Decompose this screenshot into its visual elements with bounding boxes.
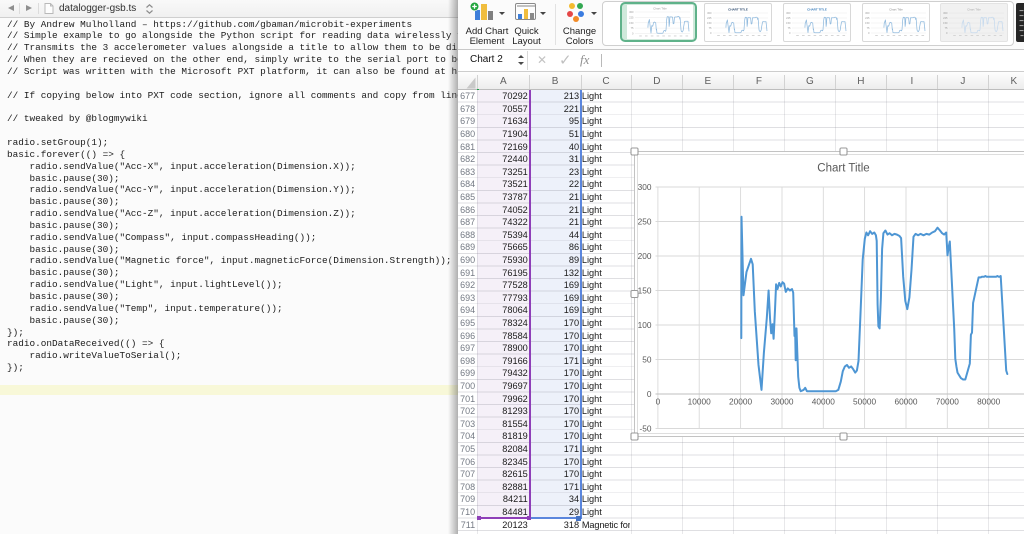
svg-text:Chart Title: Chart Title	[889, 7, 903, 11]
svg-text:50: 50	[642, 354, 652, 364]
svg-text:0: 0	[946, 31, 948, 35]
svg-text:300: 300	[786, 11, 791, 15]
svg-text:150: 150	[707, 21, 712, 25]
svg-text:75: 75	[631, 26, 634, 30]
svg-text:75: 75	[788, 26, 791, 30]
svg-text:Chart Title: Chart Title	[817, 163, 869, 175]
svg-text:0: 0	[647, 389, 652, 399]
svg-text:100: 100	[638, 320, 652, 330]
svg-text:0: 0	[710, 31, 712, 35]
svg-text:225: 225	[629, 15, 634, 19]
svg-text:50000: 50000	[853, 397, 876, 407]
svg-text:CHART TITLE: CHART TITLE	[728, 7, 748, 11]
svg-text:225: 225	[865, 16, 870, 20]
svg-text:40000: 40000	[812, 397, 835, 407]
svg-text:300: 300	[865, 11, 870, 15]
svg-text:150: 150	[865, 21, 870, 25]
svg-text:0: 0	[656, 397, 661, 407]
svg-text:300: 300	[638, 182, 652, 192]
svg-text:Chart Title: Chart Title	[967, 7, 981, 11]
svg-text:70000: 70000	[936, 397, 959, 407]
svg-text:300: 300	[943, 11, 948, 15]
svg-text:75: 75	[867, 26, 870, 30]
svg-text:250: 250	[638, 216, 652, 226]
svg-text:10000: 10000	[688, 397, 711, 407]
svg-text:30000: 30000	[770, 397, 793, 407]
svg-text:225: 225	[786, 16, 791, 20]
svg-text:75: 75	[944, 26, 947, 30]
svg-text:300: 300	[707, 11, 712, 15]
svg-text:80000: 80000	[977, 397, 1000, 407]
svg-text:0: 0	[789, 31, 791, 35]
svg-text:150: 150	[943, 21, 948, 25]
svg-text:150: 150	[638, 285, 652, 295]
svg-text:Chart Title: Chart Title	[653, 6, 667, 10]
svg-text:0: 0	[632, 31, 634, 35]
svg-text:20000: 20000	[729, 397, 752, 407]
svg-text:225: 225	[943, 16, 948, 20]
svg-text:60000: 60000	[894, 397, 917, 407]
svg-text:150: 150	[629, 21, 634, 25]
svg-text:0: 0	[868, 31, 870, 35]
svg-text:225: 225	[707, 16, 712, 20]
svg-text:CHART TITLE: CHART TITLE	[807, 7, 827, 11]
svg-text:-50: -50	[640, 423, 652, 433]
svg-text:75: 75	[709, 26, 712, 30]
svg-text:150: 150	[786, 21, 791, 25]
svg-text:300: 300	[629, 10, 634, 14]
svg-text:200: 200	[638, 251, 652, 261]
